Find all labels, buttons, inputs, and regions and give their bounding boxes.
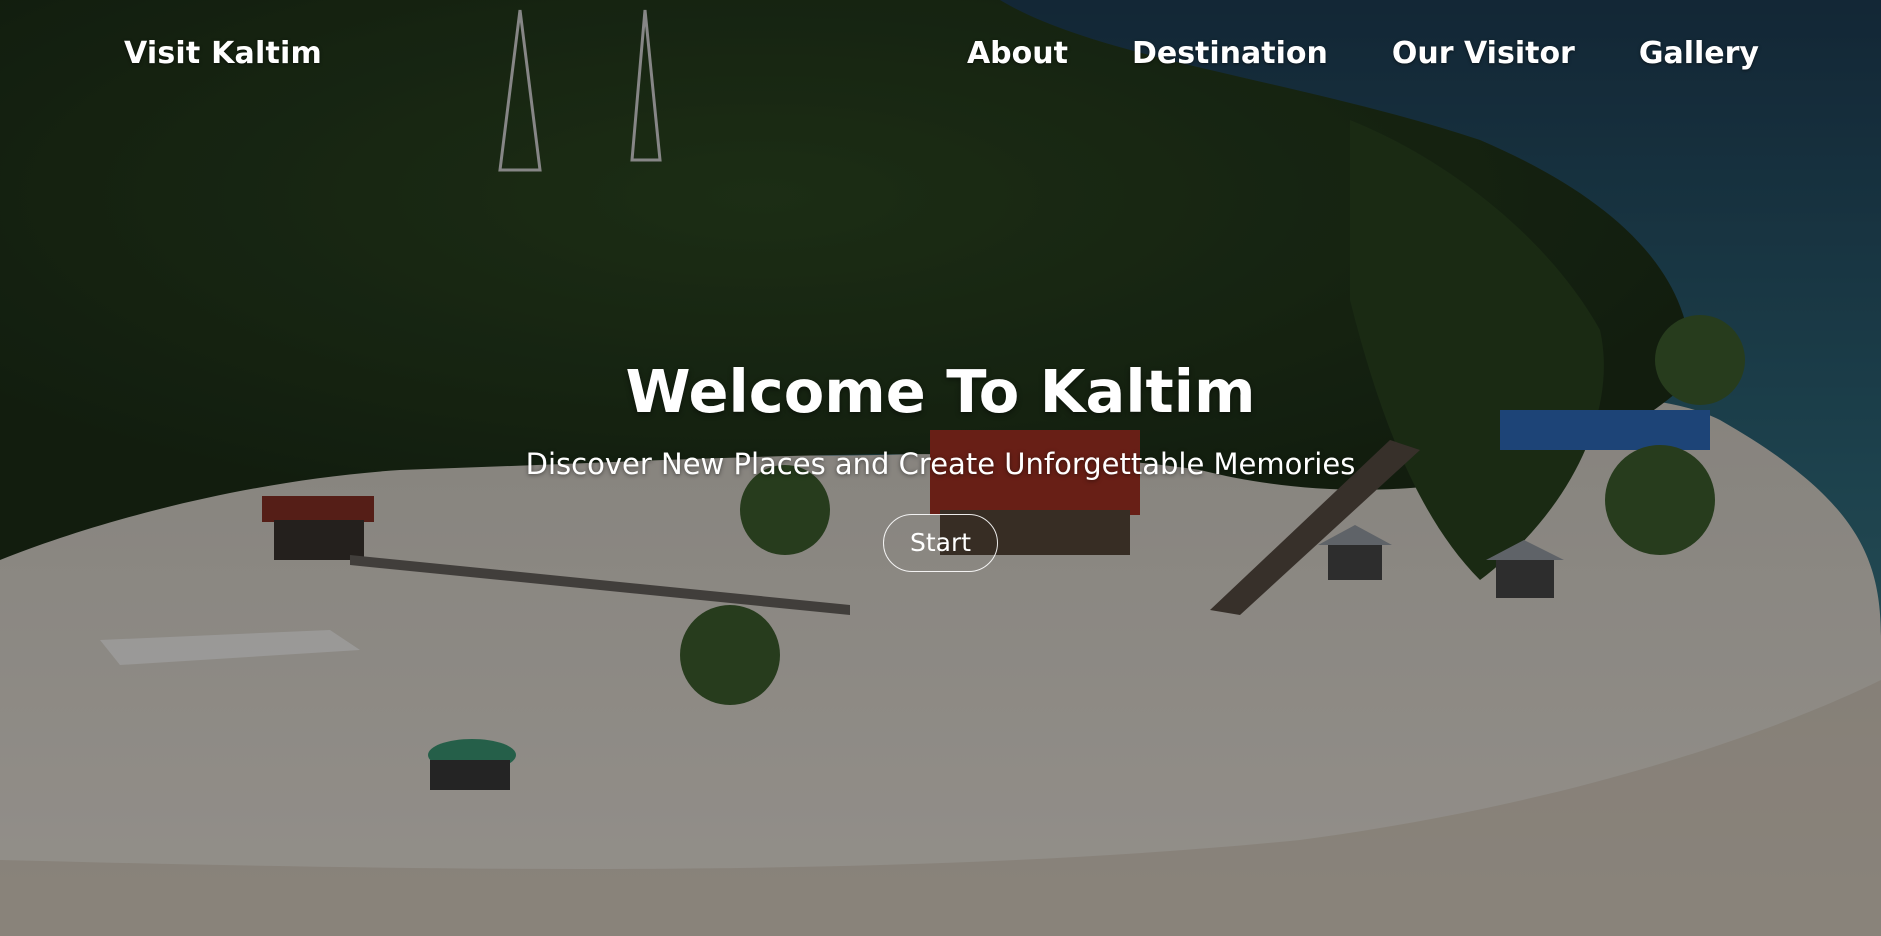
nav-link-our-visitor[interactable]: Our Visitor xyxy=(1392,36,1575,71)
start-button[interactable]: Start xyxy=(882,514,999,572)
hero-subtitle: Discover New Places and Create Unforgett… xyxy=(525,447,1356,481)
hero-content: Welcome To Kaltim Discover New Places an… xyxy=(0,356,1881,572)
brand-logo-link[interactable]: Visit Kaltim xyxy=(124,36,322,71)
hero-title: Welcome To Kaltim xyxy=(625,357,1256,426)
nav-link-gallery[interactable]: Gallery xyxy=(1639,36,1759,71)
nav-links: About Destination Our Visitor Gallery xyxy=(967,36,1759,71)
hero-section: Visit Kaltim About Destination Our Visit… xyxy=(0,0,1881,936)
nav-link-destination[interactable]: Destination xyxy=(1132,36,1328,71)
top-navbar: Visit Kaltim About Destination Our Visit… xyxy=(0,0,1881,110)
nav-link-about[interactable]: About xyxy=(967,36,1068,71)
